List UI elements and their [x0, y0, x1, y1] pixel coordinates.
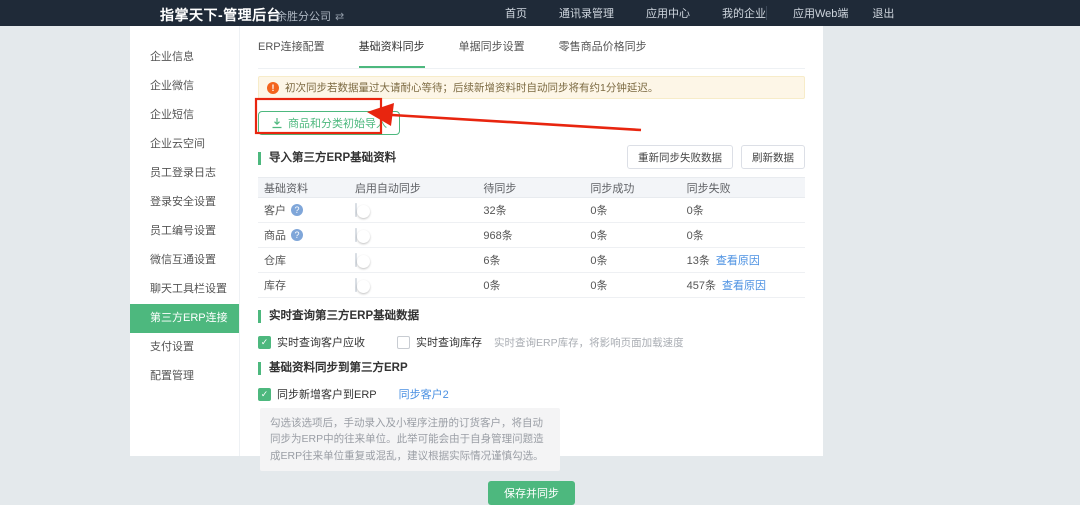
save-row: 保存并同步: [258, 481, 805, 505]
table-header-row: 基础资料 启用自动同步 待同步 同步成功 同步失败: [258, 177, 805, 198]
warning-text: 初次同步若数据量过大请耐心等待；后续新增资料时自动同步将有约1分钟延迟。: [285, 80, 658, 95]
import-section-title: 导入第三方ERP基础资料: [258, 152, 396, 165]
help-icon[interactable]: ?: [291, 229, 303, 241]
section-actions: 重新同步失败数据 刷新数据: [627, 145, 805, 169]
sidebar-item-employee-number[interactable]: 员工编号设置: [130, 217, 239, 246]
topbar: 指掌天下-管理后台 余胜分公司 ⇄ 首页 通讯录管理 应用中心 我的企业 应用We…: [0, 0, 1080, 26]
success-count: 0条: [590, 227, 686, 243]
nav-contacts[interactable]: 通讯录管理: [559, 5, 614, 21]
import-button-label: 商品和分类初始导入: [288, 115, 387, 131]
table-row-customer: 客户 ? 32条 0条 0条: [258, 198, 805, 223]
topnav: 首页 通讯录管理 应用中心 我的企业: [505, 0, 766, 26]
auto-sync-toggle[interactable]: [355, 203, 357, 217]
import-section-header: 导入第三方ERP基础资料 重新同步失败数据 刷新数据: [258, 147, 805, 169]
row-label: 商品: [264, 227, 286, 243]
failed-count: 457条: [687, 277, 716, 293]
warning-icon: !: [267, 82, 279, 94]
row-label: 仓库: [264, 252, 286, 268]
import-row: 商品和分类初始导入: [258, 111, 805, 135]
sidebar-item-erp-connection[interactable]: 第三方ERP连接: [130, 304, 239, 333]
company-switcher[interactable]: 余胜分公司 ⇄: [276, 8, 344, 24]
main-panel: ERP连接配置 基础资料同步 单据同步设置 零售商品价格同步 ! 初次同步若数据…: [240, 26, 823, 456]
sidebar-item-login-log[interactable]: 员工登录日志: [130, 159, 239, 188]
realtime-section-title: 实时查询第三方ERP基础数据: [258, 310, 419, 323]
app-title: 指掌天下-管理后台: [160, 5, 281, 25]
initial-import-button[interactable]: 商品和分类初始导入: [258, 111, 400, 135]
sync-to-erp-section-title: 基础资料同步到第三方ERP: [258, 362, 408, 375]
failed-count: 0条: [687, 227, 799, 243]
bottom-strip: [0, 505, 1080, 512]
retry-failed-sync-button[interactable]: 重新同步失败数据: [627, 145, 733, 169]
col-success: 同步成功: [590, 180, 686, 196]
help-icon[interactable]: ?: [291, 204, 303, 216]
nav-web-app[interactable]: 应用Web端: [793, 5, 848, 21]
success-count: 0条: [590, 277, 686, 293]
table-row-inventory: 库存 0条 0条 457条 查看原因: [258, 273, 805, 298]
success-count: 0条: [590, 202, 686, 218]
failed-count: 13条: [687, 252, 710, 268]
auto-sync-toggle[interactable]: [355, 228, 357, 242]
switch-company-icon[interactable]: ⇄: [335, 11, 344, 23]
nav-my-enterprise[interactable]: 我的企业: [722, 5, 766, 21]
company-name: 余胜分公司: [276, 11, 331, 23]
pending-count: 6条: [483, 252, 590, 268]
tab-erp-connection-config[interactable]: ERP连接配置: [258, 38, 325, 68]
table-row-product: 商品 ? 968条 0条 0条: [258, 223, 805, 248]
realtime-stock-checkbox[interactable]: [397, 336, 410, 349]
realtime-section-header: 实时查询第三方ERP基础数据: [258, 305, 805, 327]
sync-new-customer-label: 同步新增客户到ERP: [277, 386, 377, 402]
col-basic-data: 基础资料: [264, 180, 355, 196]
col-pending: 待同步: [483, 180, 590, 196]
row-label: 客户: [264, 202, 286, 218]
failed-count: 0条: [687, 202, 799, 218]
sidebar-item-cloud-space[interactable]: 企业云空间: [130, 130, 239, 159]
tab-retail-price-sync[interactable]: 零售商品价格同步: [559, 38, 647, 68]
realtime-receivable-checkbox[interactable]: ✓: [258, 336, 271, 349]
auto-sync-toggle[interactable]: [355, 253, 357, 267]
sidebar-item-wechat-work[interactable]: 企业微信: [130, 72, 239, 101]
import-icon: [271, 117, 283, 129]
nav-app-center[interactable]: 应用中心: [646, 5, 690, 21]
sync-to-erp-section-header: 基础资料同步到第三方ERP: [258, 357, 805, 379]
sidebar-item-enterprise-info[interactable]: 企业信息: [130, 43, 239, 72]
pending-count: 968条: [483, 227, 590, 243]
logout-link[interactable]: 退出: [872, 5, 894, 21]
sidebar-item-wechat-interop[interactable]: 微信互通设置: [130, 246, 239, 275]
view-reason-link[interactable]: 查看原因: [716, 252, 760, 268]
pending-count: 32条: [483, 202, 590, 218]
success-count: 0条: [590, 252, 686, 268]
sync-new-customer-checkbox[interactable]: ✓: [258, 388, 271, 401]
topbar-right: 应用Web端 退出: [793, 0, 894, 26]
realtime-checkbox-row: ✓ 实时查询客户应收 实时查询库存 实时查询ERP库存，将影响页面加载速度: [258, 333, 805, 351]
sync-customer-link[interactable]: 同步客户2: [399, 386, 449, 402]
save-and-sync-button[interactable]: 保存并同步: [488, 481, 575, 505]
table-row-warehouse: 仓库 6条 0条 13条 查看原因: [258, 248, 805, 273]
tab-bar: ERP连接配置 基础资料同步 单据同步设置 零售商品价格同步: [258, 26, 805, 69]
pending-count: 0条: [483, 277, 590, 293]
sync-new-customer-row: ✓ 同步新增客户到ERP 同步客户2: [258, 385, 805, 403]
col-failed: 同步失败: [687, 180, 799, 196]
sidebar-item-login-security[interactable]: 登录安全设置: [130, 188, 239, 217]
tab-document-sync-settings[interactable]: 单据同步设置: [459, 38, 525, 68]
content-container: 企业信息 企业微信 企业短信 企业云空间 员工登录日志 登录安全设置 员工编号设…: [130, 26, 823, 456]
view-reason-link[interactable]: 查看原因: [722, 277, 766, 293]
sidebar-item-config-management[interactable]: 配置管理: [130, 362, 239, 391]
sync-warning-note: 勾选该选项后，手动录入及小程序注册的订货客户，将自动同步为ERP中的往来单位。此…: [260, 408, 560, 471]
auto-sync-toggle[interactable]: [355, 278, 357, 292]
sidebar-item-sms[interactable]: 企业短信: [130, 101, 239, 130]
col-auto-sync: 启用自动同步: [355, 180, 483, 196]
sync-table: 基础资料 启用自动同步 待同步 同步成功 同步失败 客户 ? 32条 0条 0条…: [258, 177, 805, 298]
sidebar-item-payment-settings[interactable]: 支付设置: [130, 333, 239, 362]
tab-basic-data-sync[interactable]: 基础资料同步: [359, 38, 425, 68]
realtime-stock-label: 实时查询库存: [416, 334, 482, 350]
realtime-receivable-label: 实时查询客户应收: [277, 334, 365, 350]
sidebar: 企业信息 企业微信 企业短信 企业云空间 员工登录日志 登录安全设置 员工编号设…: [130, 26, 240, 456]
nav-home[interactable]: 首页: [505, 5, 527, 21]
sidebar-item-chat-toolbar[interactable]: 聊天工具栏设置: [130, 275, 239, 304]
topbar-divider: [766, 6, 767, 20]
warning-banner: ! 初次同步若数据量过大请耐心等待；后续新增资料时自动同步将有约1分钟延迟。: [258, 76, 805, 99]
refresh-data-button[interactable]: 刷新数据: [741, 145, 805, 169]
row-label: 库存: [264, 277, 286, 293]
realtime-stock-note: 实时查询ERP库存，将影响页面加载速度: [494, 335, 684, 350]
